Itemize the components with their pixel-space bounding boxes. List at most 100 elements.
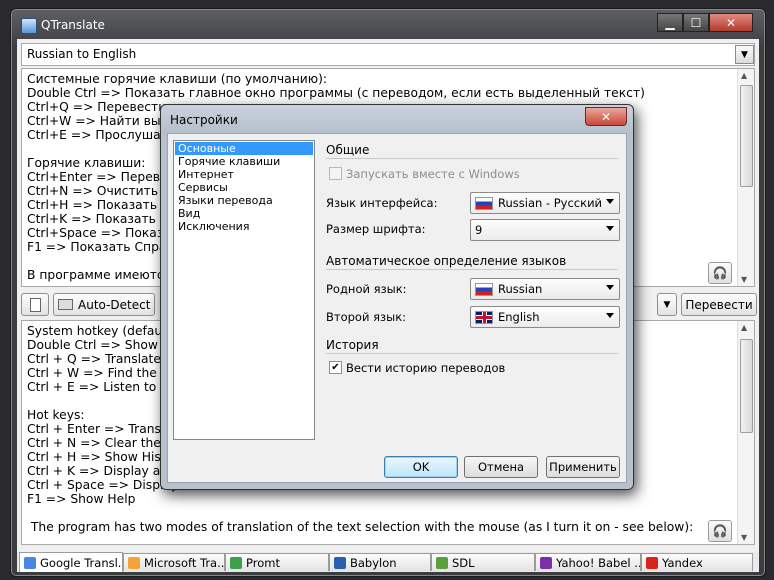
native-language-label: Родной язык: — [326, 282, 407, 296]
service-logo-icon — [334, 556, 346, 569]
close-icon: ✕ — [600, 109, 612, 124]
new-page-icon — [29, 297, 41, 312]
chevron-down-icon — [606, 285, 614, 290]
service-tab[interactable]: SDL — [431, 553, 535, 571]
service-tabs: Google Transl... Microsoft Tra... Promt Bab… — [17, 552, 759, 572]
general-group-title: Общие — [326, 143, 370, 157]
ok-button[interactable]: OK — [384, 456, 458, 478]
russia-flag-icon — [475, 282, 493, 296]
dialog-title: Настройки — [170, 113, 238, 127]
close-button[interactable]: ✕ — [709, 13, 753, 32]
app-icon — [21, 18, 37, 34]
service-logo-icon — [24, 556, 36, 569]
chevron-down-icon — [606, 226, 614, 231]
nav-item-languages[interactable]: Языки перевода — [174, 194, 314, 207]
second-language-select[interactable]: English — [470, 306, 620, 328]
settings-dialog: Настройки ✕ Основные Горячие клавиши Инт… — [160, 104, 634, 490]
scroll-up-icon[interactable]: ▲ — [741, 71, 747, 80]
detect-label: Auto-Detect — [78, 297, 151, 312]
tab-label: Promt — [246, 555, 280, 570]
text-line: Double Ctrl => Показать главное окно про… — [27, 86, 645, 100]
text-line — [22, 506, 754, 520]
scroll-up-icon[interactable]: ▲ — [741, 323, 747, 332]
native-language-select[interactable]: Russian — [470, 278, 620, 300]
font-size-value: 9 — [475, 223, 483, 237]
font-size-label: Размер шрифта: — [326, 222, 426, 236]
cancel-label: Отмена — [477, 460, 525, 474]
nav-item-services[interactable]: Сервисы — [174, 181, 314, 194]
service-tab[interactable]: Yandex — [641, 553, 753, 571]
nav-item-general[interactable]: Основные — [175, 142, 313, 155]
service-tab[interactable]: Yahoo! Babel ... — [535, 553, 641, 571]
scrollbar-thumb[interactable] — [740, 339, 753, 433]
settings-nav-list: Основные Горячие клавиши Интернет Сервис… — [173, 140, 315, 440]
tab-label: SDL — [452, 555, 475, 570]
headphones-icon: 🎧 — [712, 266, 728, 280]
service-logo-icon — [230, 556, 242, 569]
autostart-checkbox[interactable] — [329, 167, 342, 180]
target-lang-dropdown[interactable]: ▼ — [657, 293, 677, 316]
checkmark-icon: ✔ — [331, 362, 340, 373]
service-logo-icon — [128, 556, 140, 569]
divider — [326, 269, 618, 270]
divider — [326, 158, 618, 159]
service-tab[interactable]: Google Transl... — [19, 552, 123, 572]
service-logo-icon — [436, 556, 448, 569]
window-title: QTranslate — [41, 18, 105, 32]
apply-label: Применить — [549, 460, 617, 474]
keep-history-checkbox[interactable]: ✔ — [329, 361, 342, 374]
service-tab[interactable]: Promt — [225, 553, 329, 571]
service-tab[interactable]: Babylon — [329, 553, 431, 571]
ui-language-value: Russian - Русский — [498, 196, 603, 210]
result-scrollbar[interactable]: ▲ ▼ — [737, 321, 754, 544]
service-logo-icon — [540, 556, 552, 569]
ui-language-label: Язык интерфейса: — [326, 196, 438, 210]
scrollbar-thumb[interactable] — [740, 85, 753, 187]
source-scrollbar[interactable]: ▲ ▼ — [737, 69, 754, 286]
apply-button[interactable]: Применить — [546, 456, 620, 478]
chevron-down-icon — [606, 313, 614, 318]
tab-label: Yandex — [662, 555, 703, 570]
direction-value: Russian to English — [27, 47, 137, 61]
nav-item-exceptions[interactable]: Исключения — [174, 220, 314, 233]
second-language-value: English — [498, 310, 540, 324]
headphones-icon: 🎧 — [712, 524, 728, 538]
keyboard-icon — [58, 299, 73, 310]
keep-history-label: Вести историю переводов — [346, 361, 506, 375]
nav-item-view[interactable]: Вид — [174, 207, 314, 220]
tab-label: Babylon — [350, 555, 397, 570]
nav-item-hotkeys[interactable]: Горячие клавиши — [174, 155, 314, 168]
listen-source-button[interactable]: 🎧 — [708, 262, 732, 284]
chevron-down-icon — [606, 199, 614, 204]
chevron-down-icon: ▼ — [663, 299, 671, 310]
cancel-button[interactable]: Отмена — [464, 456, 538, 478]
second-language-label: Второй язык: — [326, 310, 407, 324]
clear-button[interactable] — [21, 293, 49, 316]
translate-label: Перевести — [685, 297, 753, 312]
russia-flag-icon — [475, 196, 493, 210]
translate-button[interactable]: Перевести — [681, 293, 757, 316]
dialog-client: Основные Горячие клавиши Интернет Сервис… — [167, 133, 627, 483]
listen-result-button[interactable]: 🎧 — [708, 520, 732, 542]
service-tab[interactable]: Microsoft Tra... — [123, 553, 225, 571]
uk-flag-icon — [475, 310, 493, 324]
font-size-select[interactable]: 9 — [470, 219, 620, 241]
direction-combo[interactable]: Russian to English ▼ — [21, 43, 755, 66]
divider — [326, 353, 618, 354]
dialog-close-button[interactable]: ✕ — [585, 107, 627, 126]
nav-item-internet[interactable]: Интернет — [174, 168, 314, 181]
detect-language-combo[interactable]: Auto-Detect — [53, 293, 155, 316]
service-logo-icon — [646, 556, 658, 569]
chevron-down-icon[interactable]: ▼ — [735, 45, 754, 64]
text-line: F1 => Show Help — [27, 492, 136, 506]
native-language-value: Russian — [498, 282, 543, 296]
ui-language-select[interactable]: Russian - Русский — [470, 192, 620, 214]
maximize-button[interactable]: ☐ — [683, 13, 709, 32]
history-group-title: История — [326, 338, 379, 352]
text-line: Системные горячие клавиши (по умолчанию)… — [27, 72, 328, 86]
scroll-down-icon[interactable]: ▼ — [741, 275, 747, 284]
scroll-down-icon[interactable]: ▼ — [741, 533, 747, 542]
autodetect-group-title: Автоматическое определение языков — [326, 254, 567, 268]
minimize-button[interactable]: ▁ — [657, 13, 683, 32]
tab-label: Yahoo! Babel ... — [556, 555, 641, 570]
